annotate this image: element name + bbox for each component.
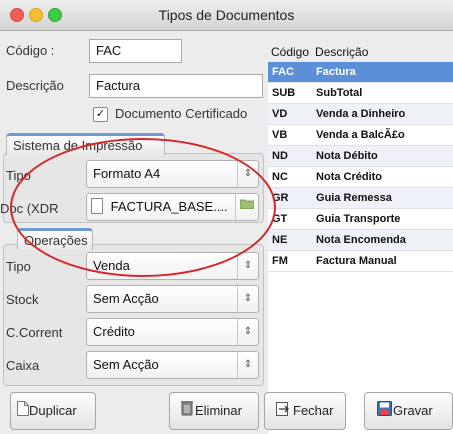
save-icon — [377, 394, 392, 430]
eliminar-button[interactable]: Eliminar — [169, 392, 259, 430]
row-desc: Nota Débito — [312, 145, 453, 167]
up-down-arrows-icon: ⇕ — [237, 161, 258, 187]
up-down-arrows-icon: ⇕ — [237, 253, 258, 279]
eliminar-label: Eliminar — [195, 403, 242, 418]
up-down-arrows-icon: ⇕ — [237, 352, 258, 378]
tab-operacoes[interactable]: Operações — [17, 228, 93, 250]
table-row[interactable]: SUB SubTotal — [268, 82, 453, 104]
codigo-label: Código : — [6, 43, 55, 58]
row-code: NE — [268, 229, 313, 251]
row-desc: Venda a BalcÃ£o — [312, 124, 453, 146]
caixa-label: Caixa — [6, 358, 40, 373]
fechar-label: Fechar — [293, 403, 334, 418]
impressao-tipo-select[interactable]: Formato A4 ⇕ — [86, 160, 259, 188]
row-desc: SubTotal — [312, 82, 453, 104]
document-icon — [91, 198, 103, 214]
window-title: Tipos de Documentos — [158, 7, 295, 23]
trash-icon — [180, 394, 194, 430]
row-code: FAC — [268, 62, 313, 83]
row-code: VB — [268, 124, 313, 146]
table-row[interactable]: GT Guia Transporte — [268, 208, 453, 230]
table-row[interactable]: FAC Factura — [268, 62, 453, 83]
duplicar-label: Duplicar — [29, 403, 77, 418]
table-row[interactable]: NE Nota Encomenda — [268, 229, 453, 251]
exit-icon — [276, 394, 290, 430]
caixa-select[interactable]: Sem Acção ⇕ — [86, 351, 259, 379]
impressao-doc-value: FACTURA_BASE.... — [110, 199, 228, 214]
row-desc: Nota Encomenda — [312, 229, 453, 251]
operacoes-tipo-select[interactable]: Venda ⇕ — [86, 252, 259, 280]
title-bar: Tipos de Documentos — [0, 0, 453, 31]
row-code: ND — [268, 145, 313, 167]
column-header-codigo[interactable]: Código — [268, 42, 313, 62]
impressao-doc-field[interactable]: FACTURA_BASE.... — [86, 193, 259, 221]
descricao-input[interactable]: Factura — [89, 74, 263, 98]
codigo-input[interactable]: FAC — [89, 39, 182, 63]
ccorrent-label: C.Corrent — [6, 325, 63, 340]
table-row[interactable]: VD Venda a Dinheiro — [268, 103, 453, 125]
operacoes-tipo-value: Venda — [93, 258, 130, 273]
table-row[interactable]: ND Nota Débito — [268, 145, 453, 167]
certificado-label: Documento Certificado — [115, 106, 248, 121]
stock-value: Sem Acção — [93, 291, 159, 306]
fechar-button[interactable]: Fechar — [264, 392, 346, 430]
caixa-value: Sem Acção — [93, 357, 159, 372]
stock-select[interactable]: Sem Acção ⇕ — [86, 285, 259, 313]
ccorrent-value: Crédito — [93, 324, 135, 339]
table-header-row: Código Descrição — [268, 42, 453, 62]
row-code: FM — [268, 250, 313, 272]
folder-icon[interactable] — [235, 194, 258, 220]
ccorrent-select[interactable]: Crédito ⇕ — [86, 318, 259, 346]
row-desc: Factura Manual — [312, 250, 453, 272]
row-desc: Guia Transporte — [312, 208, 453, 230]
table-row[interactable]: GR Guia Remessa — [268, 187, 453, 209]
up-down-arrows-icon: ⇕ — [237, 319, 258, 345]
impressao-tipo-label: Tipo — [6, 168, 31, 183]
stock-label: Stock — [6, 292, 39, 307]
row-desc: Nota Crédito — [312, 166, 453, 188]
duplicar-button[interactable]: Duplicar — [10, 392, 96, 430]
document-icon — [17, 394, 29, 430]
gravar-label: Gravar — [393, 403, 433, 418]
descricao-label: Descrição — [6, 78, 64, 93]
row-code: VD — [268, 103, 313, 125]
gravar-button[interactable]: Gravar — [364, 392, 453, 430]
table-row[interactable]: VB Venda a BalcÃ£o — [268, 124, 453, 146]
document-types-table: Código Descrição FAC Factura SUB SubTotal … — [268, 42, 453, 272]
row-code: GR — [268, 187, 313, 209]
tab-sistema-impressao[interactable]: Sistema de Impressão — [6, 133, 165, 155]
operacoes-tipo-label: Tipo — [6, 259, 31, 274]
row-code: NC — [268, 166, 313, 188]
up-down-arrows-icon: ⇕ — [237, 286, 258, 312]
row-code: GT — [268, 208, 313, 230]
table-row[interactable]: FM Factura Manual — [268, 250, 453, 272]
impressao-tipo-value: Formato A4 — [93, 166, 161, 181]
row-desc: Factura — [312, 62, 453, 83]
row-desc: Venda a Dinheiro — [312, 103, 453, 125]
table-row[interactable]: NC Nota Crédito — [268, 166, 453, 188]
column-header-descricao[interactable]: Descrição — [312, 42, 453, 62]
row-desc: Guia Remessa — [312, 187, 453, 209]
window: Tipos de Documentos Código : FAC Descriç… — [0, 0, 453, 434]
certificado-checkbox[interactable]: ✓ — [93, 107, 108, 122]
impressao-doc-label: Doc (XDR — [0, 201, 59, 216]
row-code: SUB — [268, 82, 313, 104]
